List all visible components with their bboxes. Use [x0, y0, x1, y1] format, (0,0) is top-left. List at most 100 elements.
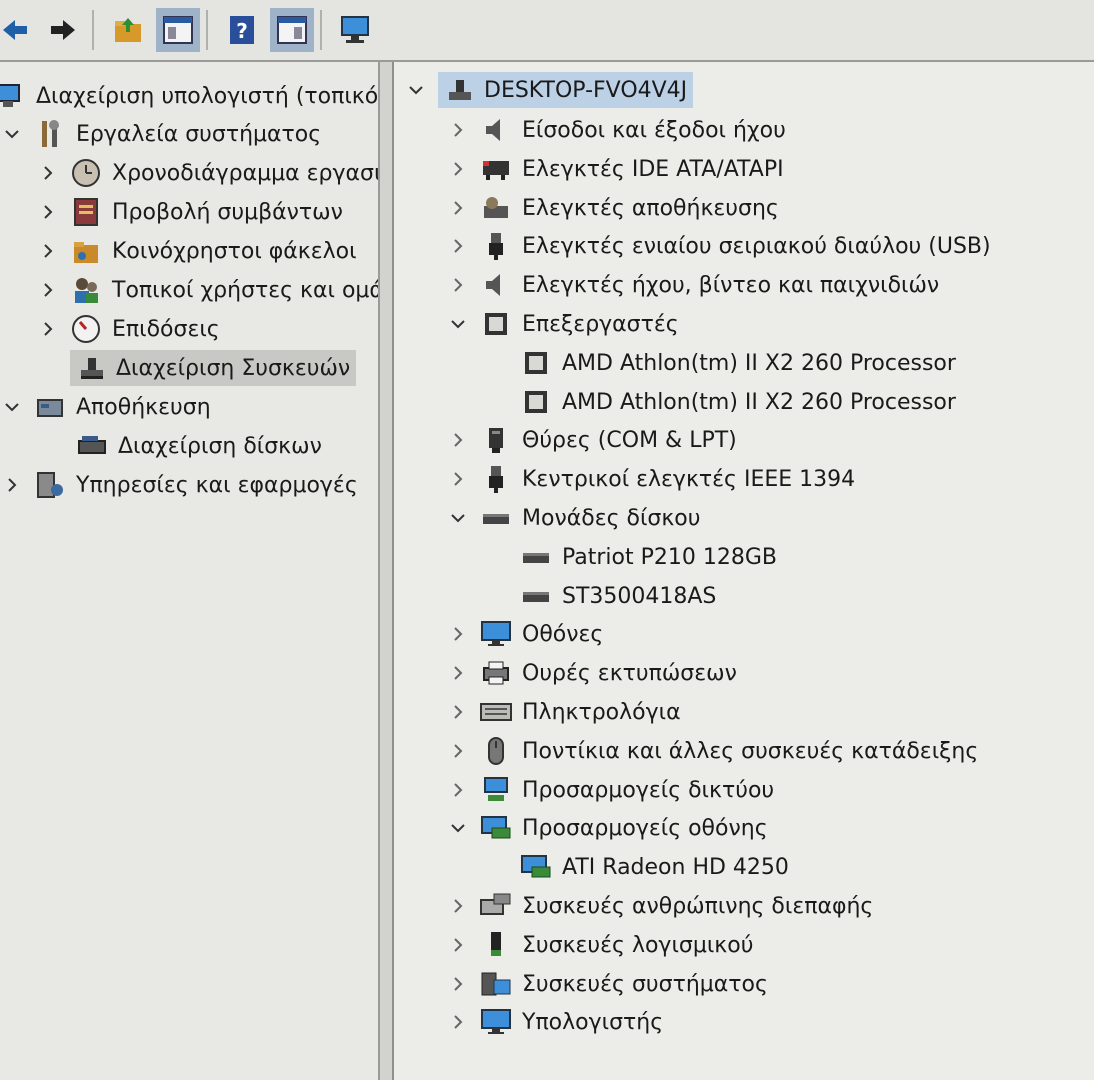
device-category[interactable]: Θύρες (COM & LPT) — [446, 422, 737, 458]
chevron-right-icon[interactable] — [36, 161, 60, 185]
chevron-right-icon[interactable] — [446, 273, 470, 297]
device-category[interactable]: Επεξεργαστές — [446, 306, 679, 342]
device-label: Ελεγκτές ήχου, βίντεο και παιχνιδιών — [522, 272, 940, 298]
chevron-right-icon[interactable] — [0, 473, 24, 497]
chevron-right-icon[interactable] — [446, 234, 470, 258]
clock-icon — [70, 157, 102, 189]
chevron-right-icon[interactable] — [36, 200, 60, 224]
tree-item-performance[interactable]: Επιδόσεις — [36, 311, 220, 347]
pane-splitter[interactable] — [380, 62, 392, 1080]
device-category[interactable]: Συσκευές ανθρώπινης διεπαφής — [446, 888, 873, 924]
shared-folder-icon — [70, 235, 102, 267]
help-button[interactable]: ? — [220, 8, 264, 52]
back-button[interactable] — [0, 8, 36, 52]
chevron-right-icon[interactable] — [446, 157, 470, 181]
up-level-button[interactable] — [106, 8, 150, 52]
tree-item-task-scheduler[interactable]: Χρονοδιάγραμμα εργασιών — [36, 155, 378, 191]
processor-icon — [480, 308, 512, 340]
device-category[interactable]: Ελεγκτές αποθήκευσης — [446, 190, 779, 226]
show-hide-console-tree-button[interactable] — [156, 8, 200, 52]
forward-button[interactable] — [42, 8, 86, 52]
chevron-right-icon[interactable] — [446, 661, 470, 685]
device-label: Προσαρμογείς δικτύου — [522, 777, 775, 803]
chevron-right-icon[interactable] — [36, 317, 60, 341]
tree-item-device-manager[interactable]: Διαχείριση Συσκευών — [70, 350, 357, 386]
device-item[interactable]: AMD Athlon(tm) II X2 260 Processor — [520, 384, 956, 420]
chevron-right-icon[interactable] — [446, 1010, 470, 1034]
chevron-right-icon[interactable] — [36, 278, 60, 302]
storage-controller-icon — [480, 192, 512, 224]
device-category[interactable]: Ποντίκια και άλλες συσκευές κατάδειξης — [446, 733, 978, 769]
device-item[interactable]: Patriot P210 128GB — [520, 539, 777, 575]
chevron-right-icon[interactable] — [446, 972, 470, 996]
device-category[interactable]: Κεντρικοί ελεγκτές IEEE 1394 — [446, 461, 855, 497]
device-item[interactable]: ST3500418AS — [520, 578, 716, 614]
scan-hardware-button[interactable] — [334, 8, 378, 52]
disk-management-icon — [76, 430, 108, 462]
device-item[interactable]: ATI Radeon HD 4250 — [520, 849, 789, 885]
usb-icon — [480, 230, 512, 262]
chevron-down-icon[interactable] — [404, 78, 428, 102]
device-tree-root[interactable]: DESKTOP-FVO4V4J — [404, 72, 694, 108]
chevron-right-icon[interactable] — [446, 933, 470, 957]
device-category[interactable]: Ελεγκτές IDE ATA/ATAPI — [446, 151, 784, 187]
device-label: Συσκευές λογισμικού — [522, 932, 754, 958]
chevron-right-icon[interactable] — [446, 428, 470, 452]
chevron-down-icon[interactable] — [0, 122, 24, 146]
chevron-right-icon[interactable] — [36, 239, 60, 263]
device-category[interactable]: Προσαρμογείς δικτύου — [446, 772, 774, 808]
tree-item-label: Αποθήκευση — [76, 394, 211, 420]
tree-item-services-applications[interactable]: Υπηρεσίες και εφαρμογές — [0, 467, 358, 503]
chevron-right-icon[interactable] — [446, 894, 470, 918]
tree-item-disk-management[interactable]: Διαχείριση δίσκων — [76, 428, 322, 464]
device-category[interactable]: Μονάδες δίσκου — [446, 500, 701, 536]
device-category[interactable]: Συσκευές λογισμικού — [446, 927, 753, 963]
tree-item-label: Κοινόχρηστοι φάκελοι — [112, 238, 357, 264]
root-label: DESKTOP-FVO4V4J — [484, 77, 688, 103]
device-label: Patriot P210 128GB — [562, 544, 778, 570]
chevron-down-icon[interactable] — [446, 312, 470, 336]
services-icon — [34, 469, 66, 501]
tree-item-storage[interactable]: Αποθήκευση — [0, 389, 211, 425]
show-hide-action-pane-button[interactable] — [270, 8, 314, 52]
device-label: Ουρές εκτυπώσεων — [522, 660, 737, 686]
device-category[interactable]: Πληκτρολόγια — [446, 694, 681, 730]
device-category[interactable]: Ελεγκτές ήχου, βίντεο και παιχνιδιών — [446, 267, 939, 303]
chevron-down-icon[interactable] — [0, 395, 24, 419]
tree-item-local-users[interactable]: Τοπικοί χρήστες και ομάδες — [36, 272, 378, 308]
chevron-right-icon[interactable] — [446, 622, 470, 646]
device-category[interactable]: Συσκευές συστήματος — [446, 966, 768, 1002]
device-category[interactable]: Είσοδοι και έξοδοι ήχου — [446, 112, 786, 148]
chevron-right-icon[interactable] — [446, 196, 470, 220]
device-label: ATI Radeon HD 4250 — [562, 854, 789, 880]
device-category[interactable]: Οθόνες — [446, 616, 603, 652]
hid-icon — [480, 890, 512, 922]
toolbar-separator — [92, 10, 94, 50]
device-category[interactable]: Ουρές εκτυπώσεων — [446, 655, 737, 691]
device-category[interactable]: Προσαρμογείς οθόνης — [446, 810, 768, 846]
computer-icon — [444, 74, 476, 106]
device-label: Ελεγκτές αποθήκευσης — [522, 195, 779, 221]
device-tree-pane: DESKTOP-FVO4V4J Είσοδοι και έξοδοι ήχου Ε… — [392, 62, 1094, 1080]
speaker-icon — [480, 269, 512, 301]
console-tree-pane: Διαχείριση υπολογιστή (τοπικό) Εργαλεία … — [0, 62, 380, 1080]
tree-item-computer-management[interactable]: Διαχείριση υπολογιστή (τοπικό) — [0, 78, 380, 114]
device-item[interactable]: AMD Athlon(tm) II X2 260 Processor — [520, 345, 956, 381]
device-label: Συσκευές συστήματος — [522, 971, 768, 997]
tree-item-label: Διαχείριση υπολογιστή (τοπικό) — [36, 83, 380, 109]
device-category[interactable]: Υπολογιστής — [446, 1004, 663, 1040]
chevron-right-icon[interactable] — [446, 700, 470, 724]
chevron-down-icon[interactable] — [446, 816, 470, 840]
chevron-right-icon[interactable] — [446, 778, 470, 802]
chevron-right-icon[interactable] — [446, 467, 470, 491]
tree-item-event-viewer[interactable]: Προβολή συμβάντων — [36, 194, 343, 230]
device-category[interactable]: Ελεγκτές ενιαίου σειριακού διαύλου (USB) — [446, 228, 991, 264]
device-label: AMD Athlon(tm) II X2 260 Processor — [562, 350, 956, 376]
chevron-down-icon[interactable] — [446, 506, 470, 530]
tree-item-system-tools[interactable]: Εργαλεία συστήματος — [0, 116, 321, 152]
tree-item-shared-folders[interactable]: Κοινόχρηστοι φάκελοι — [36, 233, 357, 269]
chevron-right-icon[interactable] — [446, 118, 470, 142]
chevron-right-icon[interactable] — [446, 739, 470, 763]
disk-drive-icon — [480, 502, 512, 534]
help-icon: ? — [230, 16, 254, 44]
